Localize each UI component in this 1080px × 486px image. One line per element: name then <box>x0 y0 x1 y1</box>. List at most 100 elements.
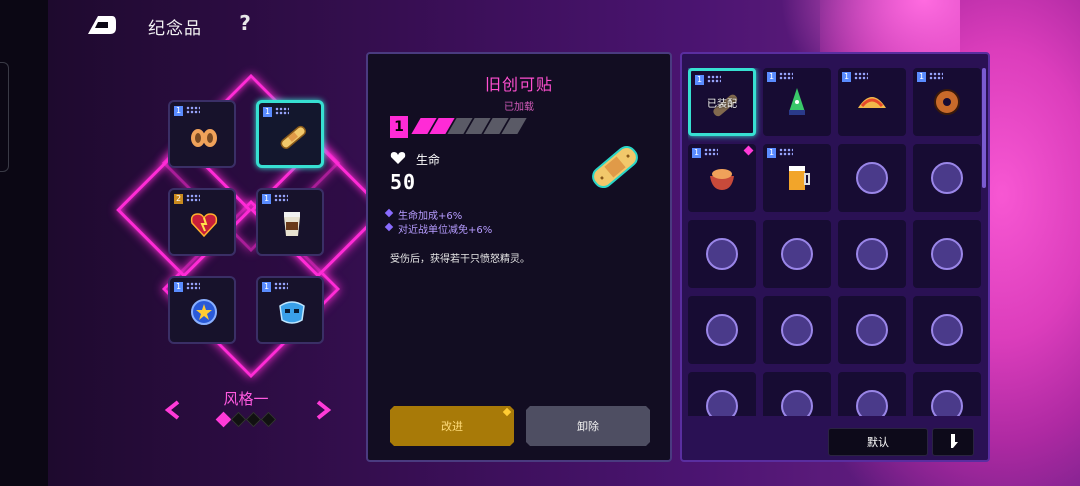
item-description: 受伤后，获得若干只愤怒精灵。 <box>390 254 530 265</box>
level-tag: 2 <box>174 194 183 204</box>
fire-heart-icon <box>190 213 218 238</box>
loadout-slot-1[interactable]: 1 <box>168 100 236 168</box>
bandage-icon <box>280 125 307 149</box>
inventory-item[interactable] <box>913 372 981 416</box>
locked-item-icon <box>856 314 888 346</box>
locked-item-icon <box>781 238 813 270</box>
drill-icon <box>789 88 805 115</box>
style-name: 风格一 <box>223 390 269 408</box>
inventory-item[interactable] <box>763 220 831 288</box>
loadout-slot-6[interactable]: 1 <box>256 276 324 344</box>
coffee-cup-icon <box>284 212 300 236</box>
upgrade-pips <box>411 118 527 134</box>
level-badge: 1 <box>390 116 408 138</box>
beer-icon <box>789 166 810 190</box>
style-prev-arrow-icon[interactable] <box>164 400 184 420</box>
level-tag: 1 <box>767 148 776 158</box>
inventory-item[interactable] <box>838 372 906 416</box>
rarity-dots <box>186 282 200 290</box>
item-name: 旧创可贴 <box>484 75 553 94</box>
locked-item-icon <box>931 162 963 194</box>
inventory-item[interactable]: 1 <box>763 144 831 212</box>
inventory-item[interactable] <box>913 296 981 364</box>
sort-order-button[interactable] <box>932 428 974 456</box>
page-title: 纪念品 <box>148 19 202 39</box>
pager-dot <box>230 411 247 428</box>
rarity-dots <box>186 194 200 202</box>
inventory-item[interactable] <box>913 144 981 212</box>
locked-item-icon <box>931 390 963 416</box>
level-tag: 1 <box>917 72 926 82</box>
hands-icon <box>191 129 217 147</box>
inventory-item[interactable] <box>913 220 981 288</box>
pager-dot <box>260 411 277 428</box>
locked-item-icon <box>931 314 963 346</box>
item-detail-panel: 旧创可贴 已加载 1 生命 50 生命加成+6% 对近战单位减免+6% 受伤后，… <box>366 52 672 462</box>
inventory-item[interactable] <box>838 296 906 364</box>
locked-item-icon <box>706 390 738 416</box>
heart-icon <box>390 152 406 164</box>
loadout-slot-5[interactable]: 1 <box>168 276 236 344</box>
level-tag: 1 <box>174 282 183 292</box>
inventory-scrollbar[interactable] <box>982 68 986 188</box>
inventory-panel: 1 已装配 1 1 1 1 1 默认 <box>680 52 990 462</box>
locked-item-icon <box>706 238 738 270</box>
bowl-icon <box>710 169 734 190</box>
locked-item-icon <box>931 238 963 270</box>
inventory-item[interactable]: 1 <box>913 68 981 136</box>
locked-item-icon <box>781 390 813 416</box>
pager-dot <box>215 411 232 428</box>
loadout-slot-3[interactable]: 2 <box>168 188 236 256</box>
level-tag: 1 <box>262 282 271 292</box>
stat-value: 50 <box>390 170 417 194</box>
rarity-dots <box>779 72 793 80</box>
upgrade-indicator-icon <box>503 408 511 416</box>
locked-item-icon <box>781 314 813 346</box>
equip-state: 已加载 <box>504 102 534 113</box>
inventory-item[interactable] <box>688 220 756 288</box>
upgrade-label: 改进 <box>441 420 463 433</box>
inventory-grid[interactable]: 1 已装配 1 1 1 1 1 <box>688 68 984 416</box>
donut-icon <box>934 89 960 115</box>
inventory-item[interactable] <box>838 144 906 212</box>
inventory-item[interactable] <box>763 296 831 364</box>
inventory-item[interactable] <box>763 372 831 416</box>
level-tag: 1 <box>842 72 851 82</box>
level-tag: 1 <box>695 75 704 85</box>
locked-item-icon <box>856 162 888 194</box>
blue-mask-icon <box>279 301 305 324</box>
rarity-dots <box>275 107 289 115</box>
stat-label: 生命 <box>416 153 441 167</box>
upgrade-button[interactable]: 改进 <box>390 406 514 446</box>
inventory-item[interactable]: 1 已装配 <box>688 68 756 136</box>
loadout-slot-4[interactable]: 1 <box>256 188 324 256</box>
inventory-item[interactable]: 1 <box>763 68 831 136</box>
side-handle[interactable] <box>0 62 9 172</box>
inventory-item[interactable]: 1 <box>688 144 756 212</box>
rarity-dots <box>186 106 200 114</box>
rarity-dots <box>704 148 718 156</box>
level-tag: 1 <box>262 194 271 204</box>
rarity-dots <box>779 148 793 156</box>
rarity-dots <box>929 72 943 80</box>
bandage-icon <box>592 145 638 189</box>
rarity-dots <box>274 194 288 202</box>
locked-item-icon <box>856 390 888 416</box>
style-next-arrow-icon[interactable] <box>312 400 332 420</box>
loadout-slot-2[interactable]: 1 <box>256 100 324 168</box>
inventory-item[interactable] <box>838 220 906 288</box>
inventory-item[interactable]: 1 <box>838 68 906 136</box>
rarity-dots <box>707 75 721 83</box>
bonus-line: 对近战单位减免+6% <box>398 221 492 236</box>
inventory-item[interactable] <box>688 372 756 416</box>
back-icon[interactable] <box>86 14 116 36</box>
locked-item-icon <box>856 238 888 270</box>
level-tag: 1 <box>263 107 272 117</box>
remove-button[interactable]: 卸除 <box>526 406 650 446</box>
equipped-tag: 已装配 <box>707 99 737 110</box>
default-sort-button[interactable]: 默认 <box>828 428 928 456</box>
police-badge-icon <box>191 299 217 325</box>
bonus-line: 生命加成+6% <box>398 207 462 222</box>
inventory-item[interactable] <box>688 296 756 364</box>
help-icon[interactable]: ? <box>234 11 256 37</box>
